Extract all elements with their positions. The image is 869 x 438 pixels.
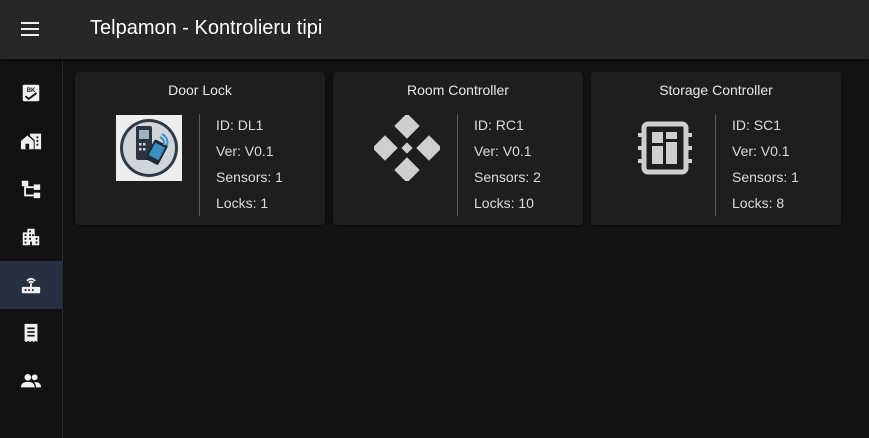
controller-card-room[interactable]: Room Controller ID: RC1 Ver: V0.1 Sensor… — [333, 72, 583, 225]
door-lock-image — [99, 113, 199, 183]
sidebar-item-home-work[interactable] — [0, 117, 62, 165]
app-bar: Telpamon - Kontrolieru tipi — [0, 0, 869, 59]
card-title: Storage Controller — [659, 82, 773, 98]
card-divider — [715, 114, 716, 216]
card-divider — [457, 114, 458, 216]
controller-version: Ver: V0.1 — [474, 143, 532, 159]
sidebar-item-apartment[interactable] — [0, 213, 62, 261]
controller-card-door-lock[interactable]: Door Lock ID: DL1 Ver: V0.1 Sensors: 1 L… — [75, 72, 325, 225]
controller-sensors: Sensors: 1 — [216, 169, 283, 185]
controller-version: Ver: V0.1 — [216, 143, 274, 159]
controller-id: ID: RC1 — [474, 117, 524, 133]
router-icon — [21, 277, 41, 294]
hierarchy-icon — [21, 180, 41, 199]
card-info: ID: DL1 Ver: V0.1 Sensors: 1 Locks: 1 — [216, 117, 283, 221]
page-title: Telpamon - Kontrolieru tipi — [90, 17, 323, 39]
card-info: ID: SC1 Ver: V0.1 Sensors: 1 Locks: 8 — [732, 117, 799, 221]
controller-id: ID: DL1 — [216, 117, 264, 133]
diamond-grid-icon — [357, 113, 457, 183]
sidebar-item-receipt[interactable] — [0, 309, 62, 357]
controller-locks: Locks: 10 — [474, 195, 534, 211]
sidebar-item-controllers[interactable] — [0, 261, 62, 309]
sidebar-item-hierarchy[interactable] — [0, 165, 62, 213]
controller-sensors: Sensors: 1 — [732, 169, 799, 185]
controller-card-storage[interactable]: Storage Controller ID: SC1 Ver: V0.1 Sen… — [591, 72, 841, 225]
svg-text:BK: BK — [27, 88, 36, 94]
controller-sensors: Sensors: 2 — [474, 169, 541, 185]
controller-locks: Locks: 8 — [732, 195, 785, 211]
controller-id: ID: SC1 — [732, 117, 782, 133]
menu-button[interactable] — [14, 14, 46, 44]
people-icon — [20, 374, 42, 388]
card-title: Room Controller — [407, 82, 509, 98]
sidebar: BK — [0, 59, 63, 438]
card-divider — [199, 114, 200, 216]
checklist-icon: BK — [22, 84, 40, 102]
receipt-icon — [24, 323, 38, 343]
controller-version: Ver: V0.1 — [732, 143, 790, 159]
chip-icon — [615, 113, 715, 183]
sidebar-item-people[interactable] — [0, 357, 62, 405]
home-work-icon — [20, 133, 42, 150]
hamburger-menu-icon — [21, 22, 39, 36]
apartment-icon — [22, 228, 40, 246]
card-title: Door Lock — [168, 82, 232, 98]
sidebar-item-checklist[interactable]: BK — [0, 69, 62, 117]
controller-locks: Locks: 1 — [216, 195, 269, 211]
card-info: ID: RC1 Ver: V0.1 Sensors: 2 Locks: 10 — [474, 117, 541, 221]
